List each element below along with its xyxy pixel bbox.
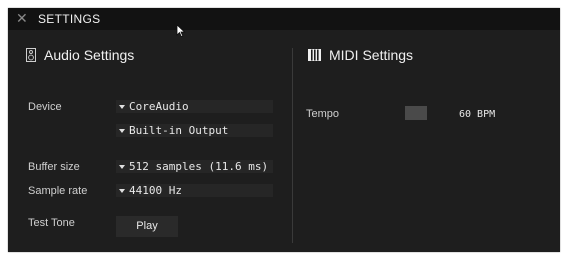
midi-settings-title: MIDI Settings: [329, 47, 414, 63]
dropdown-caret-icon: [119, 164, 125, 169]
window-title: SETTINGS: [38, 12, 101, 26]
settings-window: ✕ SETTINGS Audio Settings Device CoreAud…: [8, 8, 560, 252]
dropdown-caret-icon: [119, 128, 125, 133]
sample-rate-dropdown[interactable]: 44100 Hz: [116, 184, 273, 197]
play-button[interactable]: Play: [116, 216, 178, 237]
tempo-value: 60 BPM: [459, 109, 496, 120]
audio-settings-title: Audio Settings: [44, 47, 135, 63]
midi-settings-panel: MIDI Settings Tempo 60 BPM: [294, 30, 560, 252]
device-label: Device: [28, 101, 62, 113]
speaker-icon: [26, 48, 36, 62]
audio-settings-header: Audio Settings: [26, 47, 134, 63]
panel-divider: [292, 48, 293, 243]
device-dropdown[interactable]: CoreAudio: [116, 100, 273, 113]
sample-rate-value: 44100 Hz: [129, 184, 182, 197]
close-icon[interactable]: ✕: [16, 11, 28, 25]
audio-settings-panel: Audio Settings Device CoreAudio Built-in…: [8, 30, 292, 252]
buffer-size-label: Buffer size: [28, 161, 80, 173]
sample-rate-label: Sample rate: [28, 185, 88, 197]
device-value: CoreAudio: [129, 100, 189, 113]
dropdown-caret-icon: [119, 188, 125, 193]
dropdown-caret-icon: [119, 104, 125, 109]
piano-keys-icon: [308, 49, 321, 61]
tempo-label: Tempo: [306, 108, 340, 120]
title-bar: ✕ SETTINGS: [8, 8, 560, 30]
tempo-slider[interactable]: [405, 106, 427, 120]
test-tone-label: Test Tone: [28, 217, 75, 229]
midi-settings-header: MIDI Settings: [308, 47, 413, 63]
buffer-size-value: 512 samples (11.6 ms): [129, 160, 269, 173]
output-value: Built-in Output: [129, 124, 229, 137]
buffer-size-dropdown[interactable]: 512 samples (11.6 ms): [116, 160, 273, 173]
output-dropdown[interactable]: Built-in Output: [116, 124, 273, 137]
